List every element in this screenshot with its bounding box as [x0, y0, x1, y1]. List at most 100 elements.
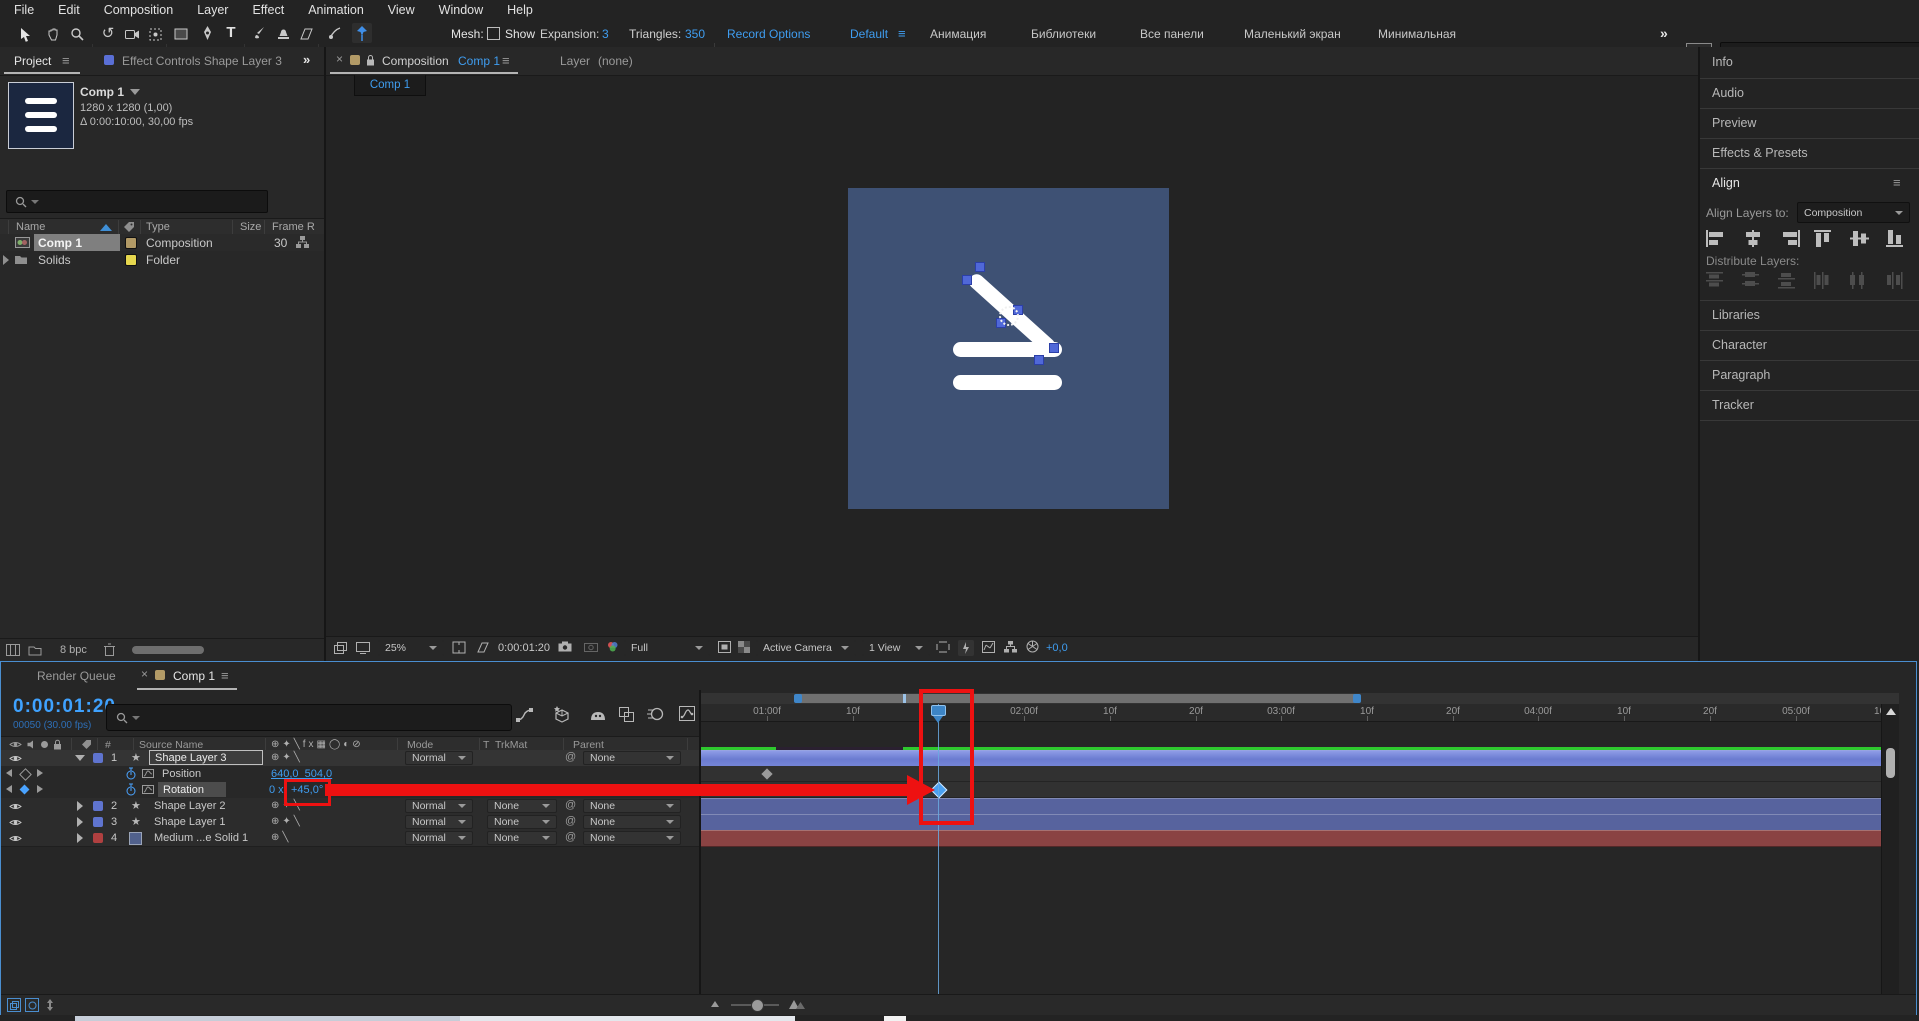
hand-tool-icon[interactable]	[44, 25, 62, 43]
menu-effect[interactable]: Effect	[252, 3, 284, 17]
blend-mode-select[interactable]: Normal	[405, 815, 473, 829]
layer-visibility-eye-icon[interactable]	[9, 802, 22, 811]
frame-blend-icon[interactable]	[619, 707, 634, 722]
parent-select[interactable]: None	[583, 799, 681, 813]
label-column-tag-icon[interactable]	[123, 221, 135, 233]
column-frame-rate[interactable]: Frame R	[272, 221, 315, 233]
expand-layer-switches-icon[interactable]	[25, 998, 39, 1012]
panel-tab-audio[interactable]: Audio	[1700, 78, 1919, 109]
selected-item-name[interactable]: Comp 1	[34, 234, 120, 251]
blend-mode-select[interactable]: Normal	[405, 831, 473, 845]
mesh-show-checkbox[interactable]	[487, 27, 500, 40]
collapse-layer-icon[interactable]	[75, 755, 85, 761]
expand-transfer-controls-icon[interactable]	[43, 998, 57, 1012]
parent-select[interactable]: None	[583, 751, 681, 765]
property-label[interactable]: Position	[162, 768, 201, 780]
align-hcenter-icon[interactable]	[1742, 230, 1764, 247]
parent-pickwhip-icon[interactable]: @	[565, 831, 576, 843]
lock-icon[interactable]	[366, 54, 375, 66]
work-area-end-handle[interactable]	[1353, 694, 1361, 703]
expand-layer-icon[interactable]	[77, 833, 83, 843]
workspace-all-panels[interactable]: Все панели	[1140, 27, 1204, 41]
workspace-default[interactable]: Default	[850, 27, 888, 41]
camera-tool-icon[interactable]	[123, 25, 141, 43]
layer-switches[interactable]: ⊕✦╲	[271, 752, 303, 763]
panel-tab-effects-presets[interactable]: Effects & Presets	[1700, 138, 1919, 169]
zoom-out-mountain-icon[interactable]	[711, 1001, 719, 1007]
align-layers-to-select[interactable]: Composition	[1797, 202, 1910, 223]
add-keyframe-icon[interactable]	[19, 768, 32, 781]
menu-file[interactable]: File	[14, 3, 34, 17]
workspace-libraries[interactable]: Библиотеки	[1031, 27, 1096, 41]
search-options-caret-icon[interactable]	[31, 200, 39, 204]
graph-toggle-icon[interactable]	[142, 785, 154, 794]
layer-label-chip[interactable]	[93, 753, 103, 763]
composition-panel-menu-icon[interactable]: ≡	[502, 53, 510, 68]
work-area-bar[interactable]	[794, 694, 1361, 703]
layer-switches[interactable]: ⊕✦╲	[271, 816, 303, 827]
timeline-panel-menu-icon[interactable]: ≡	[221, 668, 229, 683]
layer-visibility-eye-icon[interactable]	[9, 834, 22, 843]
selection-tool-icon[interactable]	[16, 25, 34, 43]
exposure-icon[interactable]	[1026, 640, 1039, 653]
tracks-vertical-scrollbar[interactable]	[1881, 704, 1899, 1010]
transparency-grid-icon[interactable]	[738, 641, 750, 653]
puppet-pin-handle[interactable]	[1049, 343, 1059, 353]
align-panel-menu-icon[interactable]: ≡	[1893, 175, 1901, 190]
new-folder-icon[interactable]	[28, 645, 42, 656]
menu-help[interactable]: Help	[507, 3, 533, 17]
tab-layer-label[interactable]: Layer	[560, 54, 590, 68]
property-row[interactable]: Position 640,0 504,0	[1, 766, 699, 783]
trkmat-select[interactable]: None	[487, 815, 557, 829]
draft-3d-icon[interactable]	[553, 706, 571, 723]
layer-switches[interactable]: ⊕╲	[271, 832, 291, 843]
workspace-animation[interactable]: Анимация	[930, 27, 986, 41]
align-panel-title[interactable]: Align	[1712, 176, 1740, 190]
comp-info-dropdown-icon[interactable]	[130, 89, 140, 95]
parent-select[interactable]: None	[583, 815, 681, 829]
layer-bar[interactable]	[701, 814, 1899, 831]
layer-row[interactable]: 4 Medium ...e Solid 1 ⊕╲ Normal None @ N…	[1, 830, 699, 847]
timeline-zoom-slider[interactable]	[731, 1004, 779, 1006]
tab-timeline-comp[interactable]: Comp 1	[173, 669, 215, 683]
column-size[interactable]: Size	[240, 221, 261, 233]
blend-mode-select[interactable]: Normal	[405, 751, 473, 765]
tab-project[interactable]: Project	[14, 54, 51, 68]
pen-tool-icon[interactable]	[198, 24, 216, 42]
tab-composition-comp-name[interactable]: Comp 1	[458, 54, 500, 68]
menu-edit[interactable]: Edit	[58, 3, 80, 17]
channels-icon[interactable]	[606, 640, 619, 653]
rotation-revolutions-value[interactable]: 0 x	[269, 784, 284, 796]
label-color-chip[interactable]	[125, 254, 137, 266]
project-selected-comp-name[interactable]: Comp 1	[80, 85, 124, 99]
column-type[interactable]: Type	[146, 221, 170, 233]
text-tool-icon[interactable]: T	[222, 23, 240, 42]
panel-tab-preview[interactable]: Preview	[1700, 108, 1919, 139]
table-row[interactable]: Comp 1 Composition 30	[0, 234, 324, 251]
tab-effect-controls[interactable]: Effect Controls Shape Layer 3	[122, 54, 282, 68]
timeline-search-box[interactable]	[106, 704, 512, 731]
add-keyframe-icon[interactable]	[20, 785, 30, 795]
align-right-icon[interactable]	[1778, 230, 1800, 247]
triangles-value[interactable]: 350	[685, 27, 705, 41]
safe-zones-icon[interactable]	[452, 641, 466, 654]
close-tab-icon[interactable]: ×	[141, 667, 148, 681]
motion-blur-icon[interactable]	[647, 707, 664, 721]
clone-stamp-tool-icon[interactable]	[274, 24, 292, 42]
expand-layer-icon[interactable]	[77, 801, 83, 811]
comp-flowchart-icon[interactable]	[1004, 641, 1017, 653]
layer-bar[interactable]	[701, 798, 1899, 815]
stopwatch-icon[interactable]	[126, 767, 136, 780]
trkmat-select[interactable]: None	[487, 799, 557, 813]
trkmat-select[interactable]: None	[487, 831, 557, 845]
expand-in-out-icon[interactable]	[7, 998, 21, 1012]
item-name[interactable]: Solids	[38, 253, 71, 267]
table-row[interactable]: Solids Folder	[0, 251, 324, 268]
rotate-tool-icon[interactable]: ↺	[99, 24, 117, 42]
layer-name-selected[interactable]: Shape Layer 3	[149, 750, 263, 765]
panel-tab-character[interactable]: Character	[1700, 330, 1919, 361]
mask-visibility-icon[interactable]	[476, 642, 490, 653]
label-color-chip[interactable]	[125, 237, 137, 249]
stopwatch-icon[interactable]	[126, 783, 136, 796]
expand-layer-icon[interactable]	[77, 817, 83, 827]
